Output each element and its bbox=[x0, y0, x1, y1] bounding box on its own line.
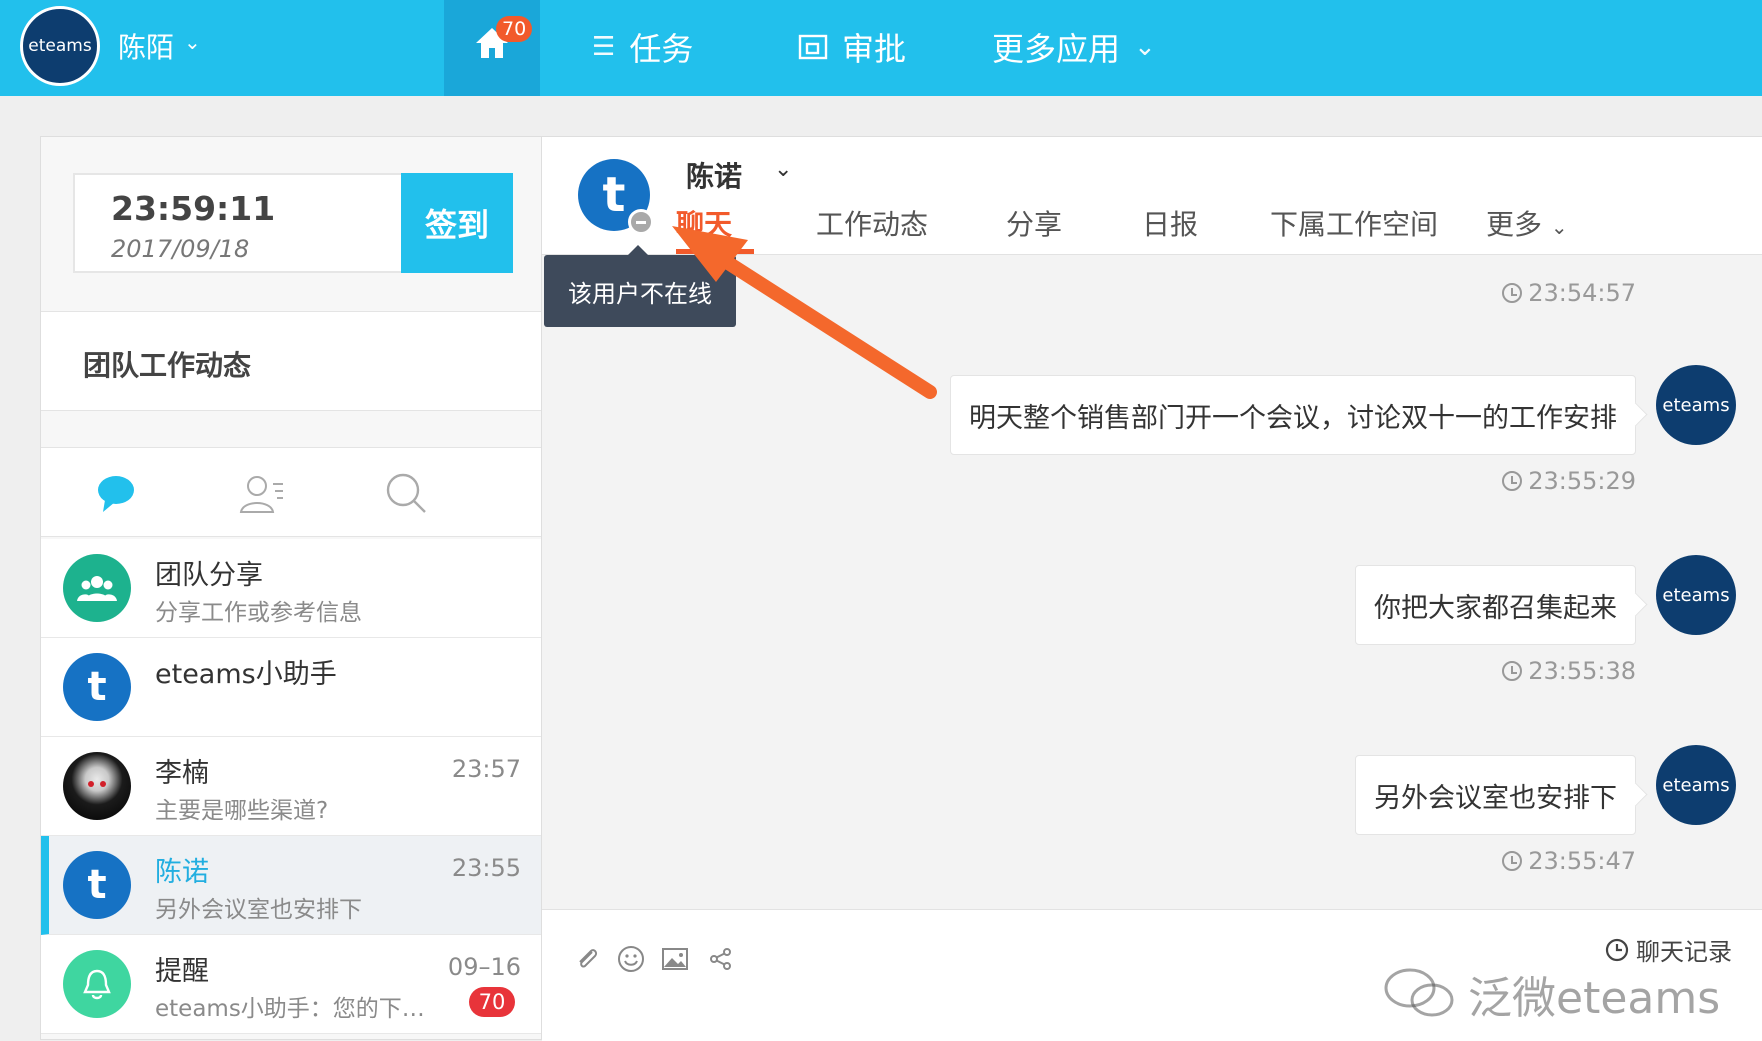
search-icon[interactable] bbox=[381, 470, 431, 518]
image-icon[interactable] bbox=[660, 944, 690, 974]
clock-icon bbox=[1502, 471, 1523, 491]
clock-icon bbox=[1502, 661, 1523, 681]
nav-more-apps[interactable]: 更多应用 ⌄ bbox=[992, 24, 1156, 70]
conversation-preview: eteams小助手：您的下… bbox=[155, 996, 425, 1022]
chat-bubble-icon[interactable] bbox=[91, 470, 141, 518]
offline-tooltip: 该用户不在线 bbox=[544, 245, 736, 327]
conversation-item-reminder[interactable]: 提醒 eteams小助手：您的下… 09–16 70 bbox=[41, 935, 541, 1034]
conversation-item-assistant[interactable]: t eteams小助手 bbox=[41, 638, 541, 737]
conversation-preview: 分享工作或参考信息 bbox=[155, 600, 362, 626]
conversation-name: 李楠 bbox=[155, 758, 209, 789]
list-icon: ☰ bbox=[592, 32, 616, 62]
offline-status-icon bbox=[628, 209, 654, 235]
top-navbar: eteams 陈陌 ⌄ 70 ☰ 任务 审批 更多应用 ⌄ bbox=[0, 0, 1762, 96]
clock-time: 23:59:11 bbox=[111, 189, 276, 228]
left-tabs bbox=[41, 447, 541, 537]
chat-history-button[interactable]: 聊天记录 bbox=[1604, 932, 1732, 967]
bell-icon bbox=[63, 950, 131, 1018]
message-composer[interactable]: 泛微eteams 聊天记录 bbox=[542, 909, 1762, 1041]
clock-icon bbox=[1502, 283, 1523, 303]
conversation-item-chennuo[interactable]: t 陈诺 另外会议室也安排下 23:55 bbox=[41, 836, 541, 935]
checkin-button[interactable]: 签到 bbox=[401, 173, 513, 273]
conversation-item-linan[interactable]: 李楠 主要是哪些渠道? 23:57 bbox=[41, 737, 541, 836]
avatar: t bbox=[63, 653, 131, 721]
avatar bbox=[63, 752, 131, 820]
current-user-name[interactable]: 陈陌 bbox=[118, 26, 174, 66]
tab-subordinate-workspace[interactable]: 下属工作空间 bbox=[1270, 203, 1438, 243]
conversation-time: 23:55 bbox=[451, 854, 521, 882]
conversation-name: 提醒 bbox=[155, 956, 209, 987]
conversation-list: 团队分享 分享工作或参考信息 t eteams小助手 李楠 主要是哪些渠道? 2… bbox=[41, 539, 541, 1034]
team-dynamics-link[interactable]: 团队工作动态 bbox=[41, 311, 541, 411]
notification-badge: 70 bbox=[496, 16, 533, 42]
contacts-icon[interactable] bbox=[237, 470, 287, 518]
emoji-icon[interactable] bbox=[616, 944, 646, 974]
left-panel: 23:59:11 2017/09/18 签到 团队工作动态 团队分享 分享工作或… bbox=[40, 136, 542, 1040]
checkin-card: 23:59:11 2017/09/18 签到 bbox=[73, 173, 513, 273]
tab-work-dynamics[interactable]: 工作动态 bbox=[816, 203, 928, 243]
sender-avatar[interactable]: eteams bbox=[1656, 745, 1736, 825]
chat-header: t 陈诺 ⌄ 聊天 工作动态 分享 日报 下属工作空间 更多 ⌄ bbox=[542, 137, 1762, 255]
chevron-down-icon[interactable]: ⌄ bbox=[184, 30, 201, 54]
message-time: 23:55:47 bbox=[1502, 847, 1636, 875]
conversation-preview: 主要是哪些渠道? bbox=[155, 798, 329, 824]
conversation-name: eteams小助手 bbox=[155, 659, 337, 690]
conversation-time: 23:57 bbox=[451, 755, 521, 783]
sender-avatar[interactable]: eteams bbox=[1656, 365, 1736, 445]
conversation-item-team-share[interactable]: 团队分享 分享工作或参考信息 bbox=[41, 539, 541, 638]
tab-more[interactable]: 更多 ⌄ bbox=[1486, 203, 1568, 243]
watermark: 泛微eteams bbox=[1382, 962, 1720, 1026]
message-bubble: 明天整个销售部门开一个会议，讨论双十一的工作安排 bbox=[950, 375, 1636, 455]
message-time: 23:54:57 bbox=[1502, 279, 1636, 307]
contact-name[interactable]: 陈诺 bbox=[686, 155, 742, 195]
conversation-name: 团队分享 bbox=[155, 560, 263, 591]
nav-approval[interactable]: 审批 bbox=[798, 24, 906, 70]
conversation-time: 09–16 bbox=[447, 953, 521, 981]
app-logo[interactable]: eteams bbox=[20, 6, 100, 86]
message-bubble: 你把大家都召集起来 bbox=[1355, 565, 1636, 645]
message-time: 23:55:29 bbox=[1502, 467, 1636, 495]
tab-share[interactable]: 分享 bbox=[1006, 203, 1062, 243]
chevron-down-icon[interactable]: ⌄ bbox=[774, 157, 792, 182]
conversation-preview: 另外会议室也安排下 bbox=[155, 897, 362, 923]
conversation-name: 陈诺 bbox=[155, 857, 209, 888]
wechat-icon bbox=[1384, 968, 1454, 1017]
chat-panel: t 陈诺 ⌄ 聊天 工作动态 分享 日报 下属工作空间 更多 ⌄ 23:54:5… bbox=[542, 136, 1762, 1041]
tab-daily-report[interactable]: 日报 bbox=[1142, 203, 1198, 243]
attachment-icon[interactable] bbox=[572, 944, 602, 974]
chevron-down-icon: ⌄ bbox=[1550, 215, 1568, 239]
share-icon[interactable] bbox=[706, 944, 736, 974]
message-bubble: 另外会议室也安排下 bbox=[1355, 755, 1636, 835]
group-icon bbox=[63, 554, 131, 622]
history-icon bbox=[1605, 938, 1629, 961]
clock-icon bbox=[1502, 851, 1523, 871]
approval-icon bbox=[798, 34, 828, 60]
chevron-down-icon: ⌄ bbox=[1134, 32, 1156, 62]
clock-date: 2017/09/18 bbox=[111, 235, 250, 263]
avatar: t bbox=[63, 851, 131, 919]
team-dynamics-label: 团队工作动态 bbox=[83, 349, 252, 382]
unread-badge: 70 bbox=[469, 987, 515, 1017]
active-tab-indicator bbox=[676, 249, 754, 254]
sender-avatar[interactable]: eteams bbox=[1656, 555, 1736, 635]
home-tab[interactable]: 70 bbox=[444, 0, 540, 96]
message-time: 23:55:38 bbox=[1502, 657, 1636, 685]
tab-chat[interactable]: 聊天 bbox=[676, 203, 732, 243]
nav-tasks[interactable]: ☰ 任务 bbox=[592, 24, 693, 70]
